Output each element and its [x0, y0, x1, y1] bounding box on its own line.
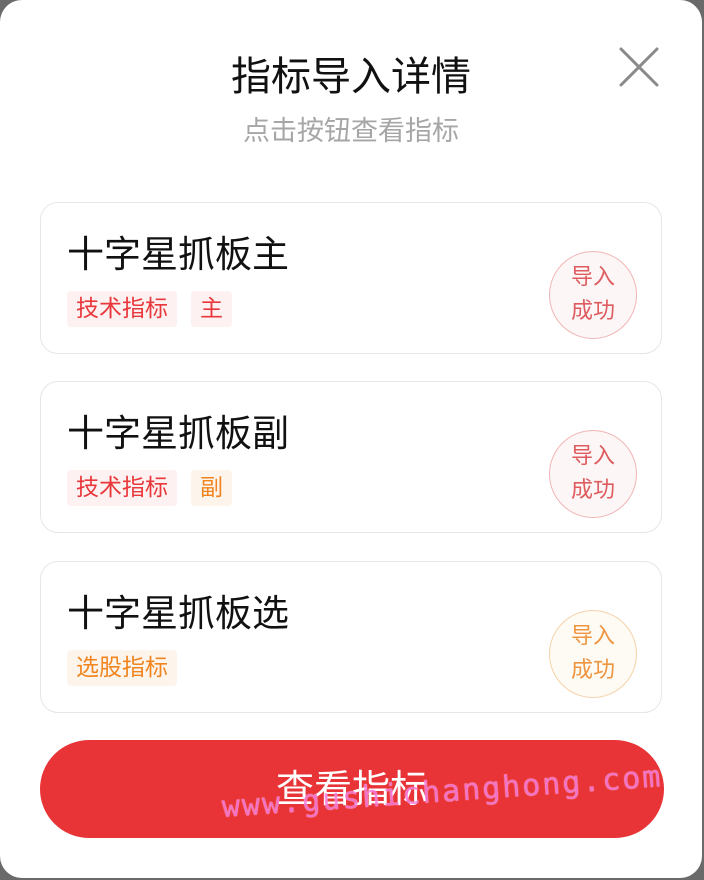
- tag-technical: 技术指标: [67, 291, 177, 327]
- stamp-line1: 导入: [570, 624, 615, 649]
- import-success-stamp: 导入 成功: [549, 251, 637, 339]
- indicator-card[interactable]: 十字星抓板主 技术指标 主 导入 成功: [40, 202, 662, 354]
- import-details-dialog: 指标导入详情 点击按钮查看指标 十字星抓板主 技术指标 主 导入 成功 十字星抓…: [0, 0, 702, 878]
- indicator-name: 十字星抓板主: [67, 233, 289, 276]
- close-icon: [619, 47, 659, 87]
- indicator-tags: 选股指标: [67, 650, 177, 686]
- dialog-subtitle: 点击按钮查看指标: [243, 116, 459, 147]
- tag-main: 主: [191, 291, 232, 327]
- stamp-line2: 成功: [570, 299, 615, 324]
- tag-stock-selection: 选股指标: [67, 650, 177, 686]
- indicator-tags: 技术指标 主: [67, 291, 232, 327]
- indicator-name: 十字星抓板副: [67, 412, 289, 455]
- import-success-stamp: 导入 成功: [549, 610, 637, 698]
- indicator-tags: 技术指标 副: [67, 470, 232, 506]
- indicator-card[interactable]: 十字星抓板选 选股指标 导入 成功: [40, 561, 662, 713]
- import-success-stamp: 导入 成功: [549, 430, 637, 518]
- tag-sub: 副: [191, 470, 232, 506]
- dialog-title: 指标导入详情: [231, 54, 471, 100]
- stamp-line2: 成功: [570, 478, 615, 503]
- stamp-line1: 导入: [570, 265, 615, 290]
- close-button[interactable]: [618, 46, 660, 88]
- indicator-name: 十字星抓板选: [67, 592, 289, 635]
- tag-technical: 技术指标: [67, 470, 177, 506]
- stamp-line2: 成功: [570, 658, 615, 683]
- indicator-card[interactable]: 十字星抓板副 技术指标 副 导入 成功: [40, 381, 662, 533]
- stamp-line1: 导入: [570, 444, 615, 469]
